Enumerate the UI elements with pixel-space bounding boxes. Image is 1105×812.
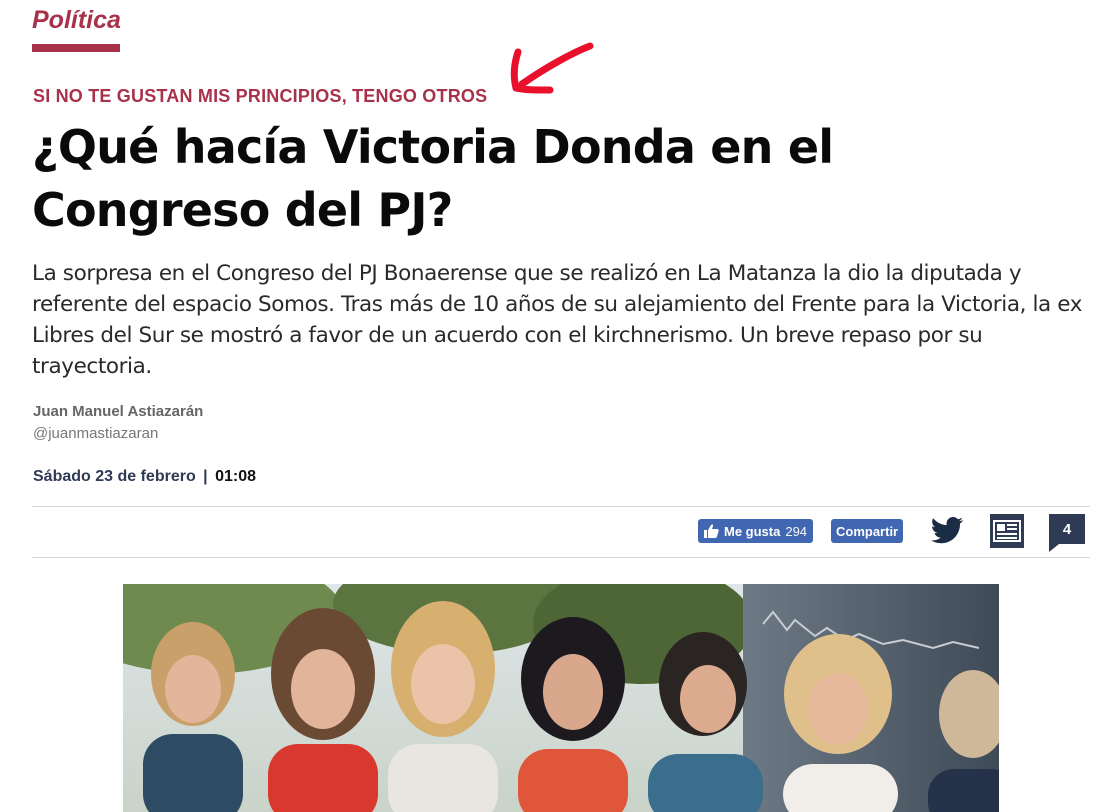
author-name[interactable]: Juan Manuel Astiazarán (33, 403, 203, 420)
article-kicker: SI NO TE GUSTAN MIS PRINCIPIOS, TENGO OT… (33, 86, 488, 106)
article-dateline: Sábado 23 de febrero | 01:08 (33, 468, 256, 486)
photo-illustration (123, 584, 999, 812)
like-count: 294 (785, 523, 808, 539)
article-page: Política SI NO TE GUSTAN MIS PRINCIPIOS,… (0, 0, 1105, 812)
comment-bubble-tail (1049, 544, 1059, 552)
article-headline: ¿Qué hacía Victoria Donda en el Congreso… (32, 120, 834, 237)
like-label: Me gusta (724, 523, 781, 539)
date-separator: | (203, 468, 208, 485)
article-summary: La sorpresa en el Congreso del PJ Bonaer… (32, 261, 1083, 379)
twitter-bird-icon[interactable] (930, 516, 964, 546)
section-link[interactable]: Política (32, 6, 121, 35)
facebook-like-button[interactable]: Me gusta 294 (698, 519, 814, 543)
author-handle[interactable]: @juanmastiazaran (33, 425, 158, 442)
red-arrow-annotation-icon (510, 42, 594, 94)
article-time: 01:08 (215, 468, 257, 485)
share-bar-bottom-divider (32, 557, 1090, 558)
share-bar-top-divider (32, 506, 1090, 507)
comments-button[interactable]: 4 (1049, 514, 1085, 552)
section-underline (32, 44, 120, 52)
facebook-share-button[interactable]: Compartir (831, 519, 904, 543)
article-date: Sábado 23 de febrero (33, 468, 196, 485)
thumbs-up-icon (704, 524, 719, 538)
newspaper-icon[interactable] (990, 514, 1024, 548)
comments-count: 4 (1049, 514, 1085, 544)
article-photo (123, 584, 999, 812)
